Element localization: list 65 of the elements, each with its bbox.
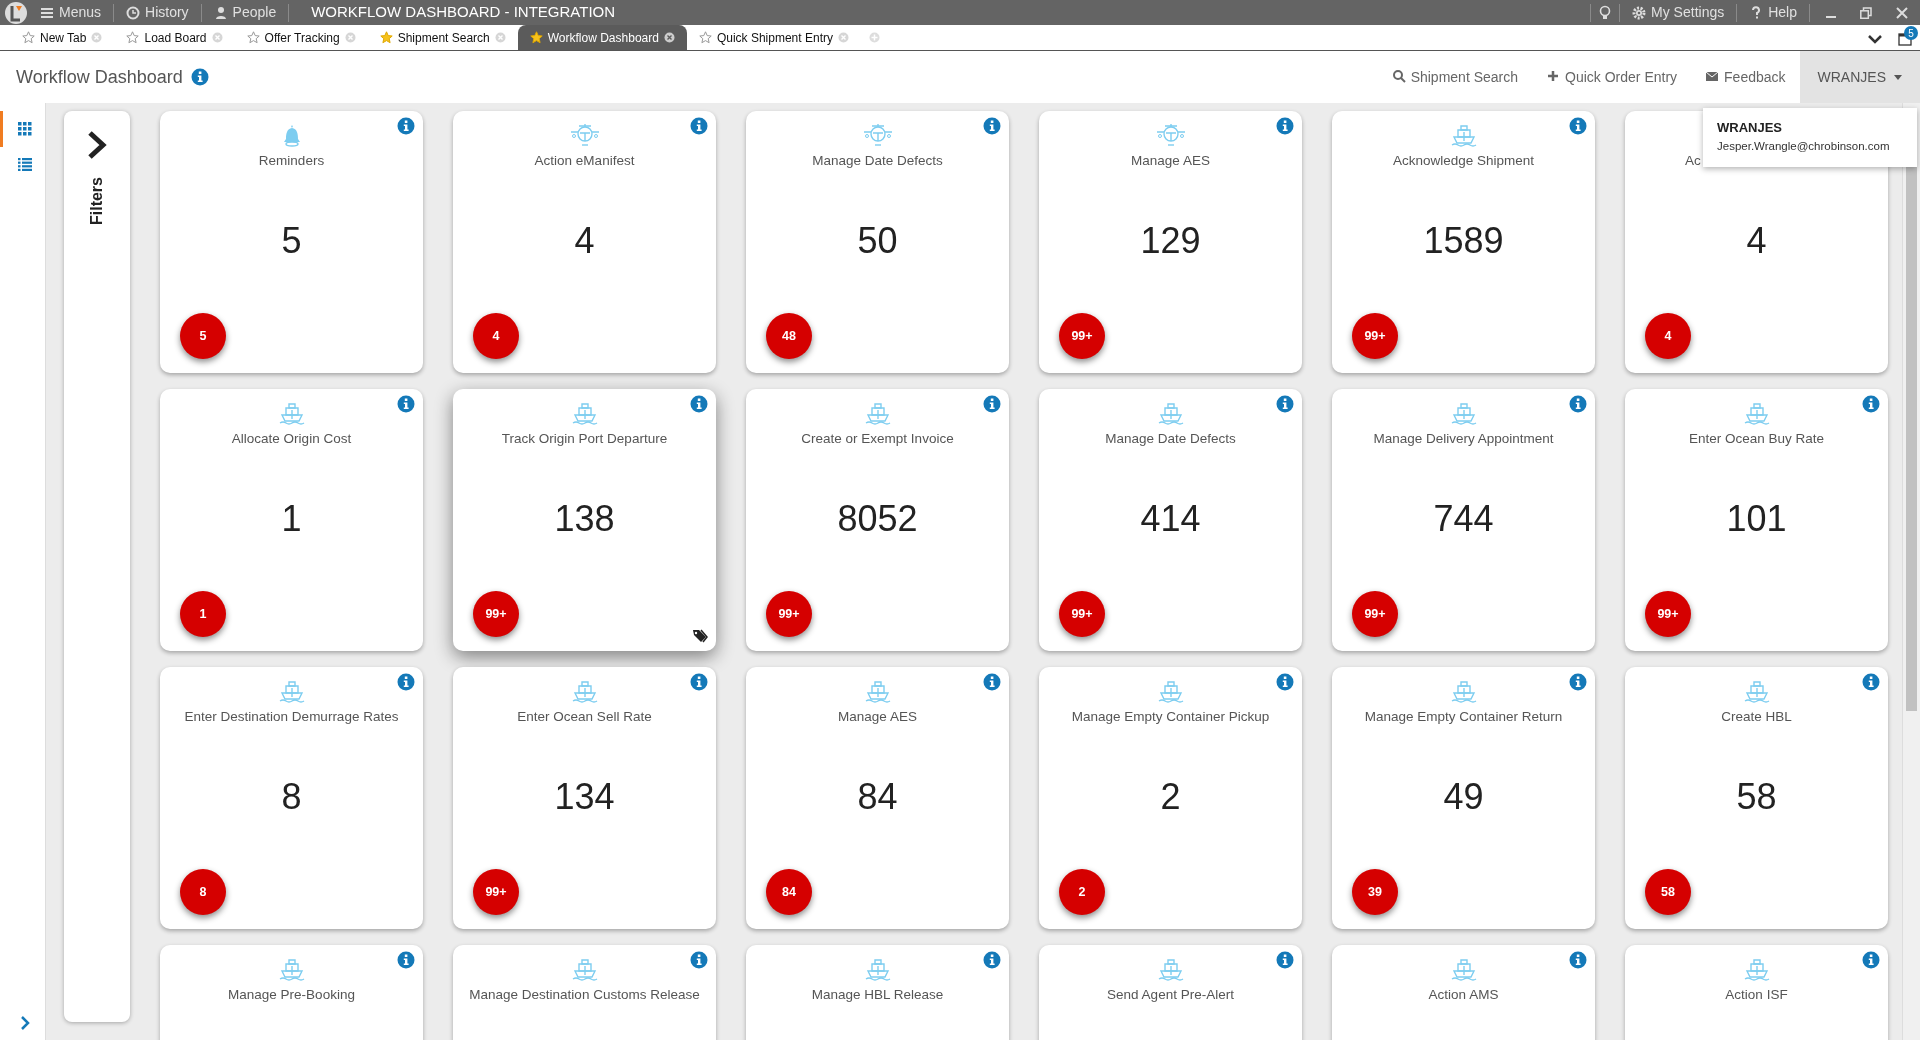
user-email: Jesper.Wrangle@chrobinson.com (1717, 138, 1891, 154)
tile-count: 49 (1443, 774, 1484, 819)
tile-count: 1 (281, 496, 302, 541)
tile-count: 50 (857, 218, 898, 263)
tile-title: Manage Date Defects (811, 152, 944, 171)
tile-title: Manage Empty Container Pickup (1070, 708, 1271, 727)
tile-count: 4 (574, 218, 595, 263)
tile-title: Create or Exempt Invoice (800, 430, 955, 449)
tile-title: Allocate Origin Cost (230, 430, 353, 449)
count-badge: 99+ (1059, 313, 1105, 360)
tile-title: Action eManifest (533, 152, 636, 171)
tile-count: 414 (1140, 496, 1201, 541)
tile-title: Send Agent Pre-Alert (1106, 986, 1235, 1005)
tile-count: 101 (1726, 496, 1787, 541)
tile-title: Manage Empty Container Return (1363, 708, 1564, 727)
tile-count: 8 (281, 774, 302, 819)
page-title: Workflow Dashboard (16, 65, 183, 89)
tile-count: 138 (554, 496, 615, 541)
count-badge: 4 (473, 313, 519, 360)
tile-count: 744 (1433, 496, 1494, 541)
tile-count: 5 (281, 218, 302, 263)
tile-count: 1589 (1423, 218, 1504, 263)
count-badge: 48 (766, 313, 812, 360)
tile-title: Acknowledge Shipment (1391, 152, 1536, 171)
tab-count-badge: 5 (1904, 26, 1918, 41)
tile-title: Ac (1684, 152, 1702, 171)
tile-title: Manage Date Defects (1104, 430, 1237, 449)
tile-count: 58 (1736, 774, 1777, 819)
tile-title: Manage Destination Customs Release (468, 986, 701, 1005)
tile-title: Manage AES (1130, 152, 1211, 171)
count-badge: 58 (1645, 869, 1691, 916)
count-badge: 8 (180, 869, 226, 916)
tile-title: Manage Pre-Booking (227, 986, 356, 1005)
count-badge: 99+ (473, 591, 519, 638)
count-badge: 99+ (1352, 313, 1398, 360)
tile-title: Action ISF (1724, 986, 1789, 1005)
user-name: WRANJES (1717, 119, 1783, 137)
count-badge: 1 (180, 591, 226, 638)
tile-count: 4 (1746, 218, 1767, 263)
count-badge: 99+ (1059, 591, 1105, 638)
count-badge: 99+ (766, 591, 812, 638)
tile-count: 134 (554, 774, 615, 819)
tile-title: Manage HBL Release (810, 986, 945, 1005)
tile-count: 8052 (837, 496, 918, 541)
tile-title: Action AMS (1427, 986, 1500, 1005)
tile-title: Create HBL (1720, 708, 1793, 727)
tile-count: 84 (857, 774, 898, 819)
tile-title: Track Origin Port Departure (500, 430, 669, 449)
tile-title: Enter Ocean Sell Rate (516, 708, 653, 727)
count-badge: 5 (180, 313, 226, 360)
count-badge: 39 (1352, 869, 1398, 916)
window-title: WORKFLOW DASHBOARD - INTEGRATION (311, 2, 616, 23)
tile-count: 129 (1140, 218, 1201, 263)
tile-title: Enter Ocean Buy Rate (1687, 430, 1826, 449)
tile-title: Reminders (257, 152, 326, 171)
count-badge: 84 (766, 869, 812, 916)
tile-count: 2 (1160, 774, 1181, 819)
count-badge: 99+ (1352, 591, 1398, 638)
count-badge: 99+ (473, 869, 519, 916)
count-badge: 4 (1645, 313, 1691, 360)
tile-title: Manage AES (837, 708, 918, 727)
tile-title: Enter Destination Demurrage Rates (183, 708, 400, 727)
count-badge: 99+ (1645, 591, 1691, 638)
count-badge: 2 (1059, 869, 1105, 916)
tile-title: Manage Delivery Appointment (1372, 430, 1555, 449)
